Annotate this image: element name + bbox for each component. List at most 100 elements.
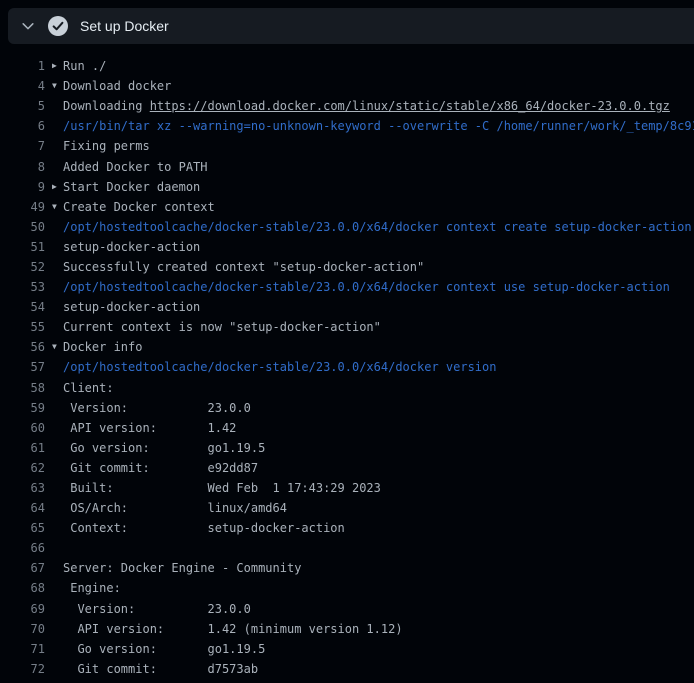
- line-number[interactable]: 6: [0, 119, 45, 133]
- line-number[interactable]: 64: [0, 501, 45, 515]
- line-number[interactable]: 52: [0, 260, 45, 274]
- workflow-log-page: Set up Docker 1▶Run ./4▼Download docker5…: [0, 0, 694, 683]
- line-number[interactable]: 63: [0, 481, 45, 495]
- check-circle-icon: [48, 16, 68, 36]
- log-group-row[interactable]: 56▼Docker info: [0, 337, 694, 357]
- line-number[interactable]: 57: [0, 360, 45, 374]
- line-number[interactable]: 70: [0, 622, 45, 636]
- log-text: Download docker: [63, 79, 171, 93]
- line-number[interactable]: 7: [0, 139, 45, 153]
- log-line: 51 setup-docker-action: [0, 237, 694, 257]
- chevron-down-icon[interactable]: [20, 18, 36, 34]
- line-number[interactable]: 51: [0, 240, 45, 254]
- line-number[interactable]: 59: [0, 401, 45, 415]
- line-number[interactable]: 54: [0, 300, 45, 314]
- line-number[interactable]: 67: [0, 561, 45, 575]
- log-text: API version: 1.42 (minimum version 1.12): [63, 622, 403, 636]
- log-command-text: /opt/hostedtoolcache/docker-stable/23.0.…: [63, 280, 670, 294]
- log-text: Client:: [63, 381, 114, 395]
- log-command-text: /opt/hostedtoolcache/docker-stable/23.0.…: [63, 360, 496, 374]
- log-text: Start Docker daemon: [63, 180, 200, 194]
- log-text: Go version: go1.19.5: [63, 642, 265, 656]
- log-line: 57/opt/hostedtoolcache/docker-stable/23.…: [0, 357, 694, 377]
- log-text: Successfully created context "setup-dock…: [63, 260, 424, 274]
- log-line: 52 Successfully created context "setup-do…: [0, 257, 694, 277]
- log-line: 7 Fixing perms: [0, 136, 694, 156]
- log-text: Current context is now "setup-docker-act…: [63, 320, 381, 334]
- log-link[interactable]: https://download.docker.com/linux/static…: [150, 99, 670, 113]
- log-text: Downloading https://download.docker.com/…: [63, 99, 670, 113]
- log-text: Run ./: [63, 59, 106, 73]
- log-command-text: /usr/bin/tar xz --warning=no-unknown-key…: [63, 119, 694, 133]
- log-text: Built: Wed Feb 1 17:43:29 2023: [63, 481, 381, 495]
- line-number[interactable]: 71: [0, 642, 45, 656]
- log-line: 53/opt/hostedtoolcache/docker-stable/23.…: [0, 277, 694, 297]
- triangle-down-icon: ▼: [45, 82, 63, 90]
- line-number[interactable]: 4: [0, 79, 45, 93]
- line-number[interactable]: 65: [0, 521, 45, 535]
- log-line: 72 Git commit: d7573ab: [0, 659, 694, 679]
- line-number[interactable]: 50: [0, 220, 45, 234]
- log-line: 68 Engine:: [0, 578, 694, 598]
- log-line: 61 Go version: go1.19.5: [0, 438, 694, 458]
- line-number[interactable]: 55: [0, 320, 45, 334]
- step-title: Set up Docker: [80, 18, 169, 34]
- log-text: Added Docker to PATH: [63, 160, 208, 174]
- step-header[interactable]: Set up Docker: [8, 8, 694, 44]
- log-text: Git commit: d7573ab: [63, 662, 258, 676]
- line-number[interactable]: 53: [0, 280, 45, 294]
- line-number[interactable]: 72: [0, 662, 45, 676]
- log-line: 62 Git commit: e92dd87: [0, 458, 694, 478]
- log-text: Server: Docker Engine - Community: [63, 561, 301, 575]
- log-line: 67 Server: Docker Engine - Community: [0, 558, 694, 578]
- line-number[interactable]: 61: [0, 441, 45, 455]
- line-number[interactable]: 69: [0, 602, 45, 616]
- log-line: 71 Go version: go1.19.5: [0, 639, 694, 659]
- log-line: 66: [0, 538, 694, 558]
- log-line: 65 Context: setup-docker-action: [0, 518, 694, 538]
- log-line: 8 Added Docker to PATH: [0, 156, 694, 176]
- line-number[interactable]: 9: [0, 180, 45, 194]
- log-text: Git commit: e92dd87: [63, 461, 258, 475]
- line-number[interactable]: 8: [0, 160, 45, 174]
- log-text: Go version: go1.19.5: [63, 441, 265, 455]
- log-line: 55 Current context is now "setup-docker-a…: [0, 317, 694, 337]
- line-number[interactable]: 56: [0, 340, 45, 354]
- line-number[interactable]: 66: [0, 541, 45, 555]
- triangle-down-icon: ▼: [45, 343, 63, 351]
- line-number[interactable]: 62: [0, 461, 45, 475]
- line-number[interactable]: 1: [0, 59, 45, 73]
- triangle-right-icon: ▶: [45, 62, 63, 70]
- log-line: 70 API version: 1.42 (minimum version 1.…: [0, 619, 694, 639]
- log-text: Version: 23.0.0: [63, 401, 251, 415]
- log-line: 63 Built: Wed Feb 1 17:43:29 2023: [0, 478, 694, 498]
- line-number[interactable]: 68: [0, 581, 45, 595]
- line-number[interactable]: 60: [0, 421, 45, 435]
- log-command-text: /opt/hostedtoolcache/docker-stable/23.0.…: [63, 220, 692, 234]
- log-text: Create Docker context: [63, 200, 215, 214]
- log-text: setup-docker-action: [63, 240, 200, 254]
- line-number[interactable]: 5: [0, 99, 45, 113]
- log-line: 54 setup-docker-action: [0, 297, 694, 317]
- line-number[interactable]: 49: [0, 200, 45, 214]
- log-text: OS/Arch: linux/amd64: [63, 501, 287, 515]
- log-line: 58 Client:: [0, 378, 694, 398]
- log-group-row[interactable]: 49▼Create Docker context: [0, 197, 694, 217]
- log-text: Fixing perms: [63, 139, 150, 153]
- log-text: API version: 1.42: [63, 421, 236, 435]
- triangle-right-icon: ▶: [45, 183, 63, 191]
- log-line: 64 OS/Arch: linux/amd64: [0, 498, 694, 518]
- log-text: Context: setup-docker-action: [63, 521, 345, 535]
- line-number[interactable]: 58: [0, 381, 45, 395]
- log-group-row[interactable]: 4▼Download docker: [0, 76, 694, 96]
- log-line: 5 Downloading https://download.docker.com…: [0, 96, 694, 116]
- log-line: 59 Version: 23.0.0: [0, 398, 694, 418]
- log-container: 1▶Run ./4▼Download docker5Downloading ht…: [0, 44, 694, 683]
- log-text: setup-docker-action: [63, 300, 200, 314]
- log-text: Docker info: [63, 340, 142, 354]
- log-line: 60 API version: 1.42: [0, 418, 694, 438]
- log-group-row[interactable]: 1▶Run ./: [0, 56, 694, 76]
- log-group-row[interactable]: 9▶Start Docker daemon: [0, 177, 694, 197]
- log-text: Version: 23.0.0: [63, 602, 251, 616]
- log-text: Engine:: [63, 581, 121, 595]
